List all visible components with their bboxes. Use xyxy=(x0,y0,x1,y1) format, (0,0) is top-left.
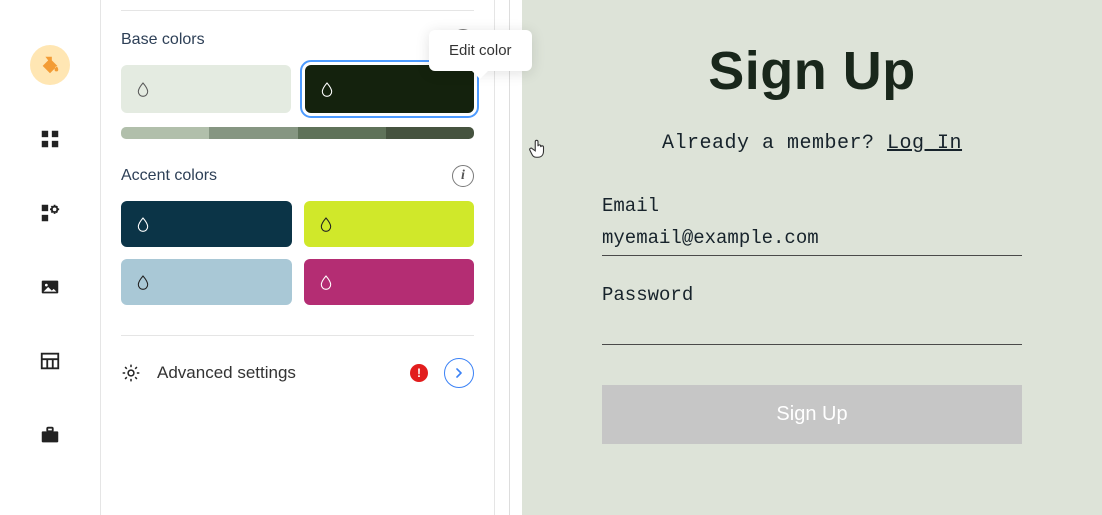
rail-settings-grid-button[interactable] xyxy=(30,193,70,233)
advanced-settings-expand-button[interactable] xyxy=(444,358,474,388)
preview-canvas: Sign Up Already a member? Log In Email P… xyxy=(522,0,1102,515)
drop-icon xyxy=(319,81,335,97)
side-rail xyxy=(0,0,100,515)
settings-grid-icon xyxy=(39,202,61,224)
rail-briefcase-button[interactable] xyxy=(30,415,70,455)
rail-grid-button[interactable] xyxy=(30,119,70,159)
accent-swatch-1[interactable] xyxy=(121,201,292,247)
edit-color-tooltip: Edit color xyxy=(429,30,532,71)
shade-segment xyxy=(386,127,474,139)
accent-colors-grid xyxy=(121,201,474,305)
shade-segment xyxy=(298,127,386,139)
email-label: Email xyxy=(602,195,1022,217)
drop-icon xyxy=(135,274,151,290)
color-panel: Base colors i Accent colors i xyxy=(100,0,495,515)
gear-icon xyxy=(121,363,141,383)
signup-button[interactable]: Sign Up xyxy=(602,385,1022,444)
member-text: Already a member? xyxy=(662,132,887,155)
base-colors-title: Base colors xyxy=(121,31,205,49)
briefcase-icon xyxy=(39,424,61,446)
chevron-right-icon xyxy=(454,368,464,378)
accent-swatch-2[interactable] xyxy=(304,201,475,247)
accent-colors-info-button[interactable]: i xyxy=(452,165,474,187)
shade-segment xyxy=(121,127,209,139)
preview-frame: Sign Up Already a member? Log In Email P… xyxy=(509,0,1102,515)
drop-icon xyxy=(318,274,334,290)
base-color-swatch-2[interactable] xyxy=(305,65,475,113)
advanced-settings-row[interactable]: Advanced settings ! xyxy=(121,335,474,388)
rail-table-button[interactable] xyxy=(30,341,70,381)
signup-heading: Sign Up xyxy=(602,40,1022,102)
preview-wrapper: Sign Up Already a member? Log In Email P… xyxy=(495,0,1102,515)
drop-icon xyxy=(318,216,334,232)
advanced-settings-label: Advanced settings xyxy=(157,363,394,383)
rail-theme-button[interactable] xyxy=(30,45,70,85)
accent-swatch-4[interactable] xyxy=(304,259,475,305)
accent-colors-title: Accent colors xyxy=(121,167,217,185)
email-input[interactable] xyxy=(602,223,1022,256)
theme-drop-icon xyxy=(39,54,61,76)
alert-badge: ! xyxy=(410,364,428,382)
shade-strip[interactable] xyxy=(121,127,474,139)
drop-icon xyxy=(135,216,151,232)
password-input[interactable] xyxy=(602,312,1022,345)
table-icon xyxy=(39,350,61,372)
login-link[interactable]: Log In xyxy=(887,132,962,155)
member-line: Already a member? Log In xyxy=(602,132,1022,155)
base-color-swatch-1[interactable] xyxy=(121,65,291,113)
shade-segment xyxy=(209,127,297,139)
grid-icon xyxy=(39,128,61,150)
image-icon xyxy=(39,276,61,298)
rail-image-button[interactable] xyxy=(30,267,70,307)
accent-swatch-3[interactable] xyxy=(121,259,292,305)
drop-icon xyxy=(135,81,151,97)
base-color-swatches xyxy=(121,65,474,113)
password-label: Password xyxy=(602,284,1022,306)
